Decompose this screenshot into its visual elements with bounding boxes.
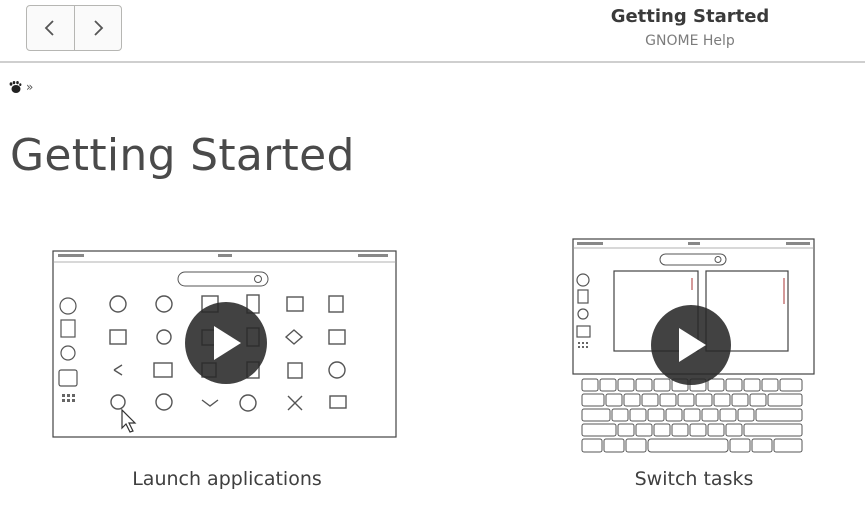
back-button[interactable] xyxy=(27,6,74,50)
forward-button[interactable] xyxy=(73,6,122,50)
play-icon xyxy=(214,326,241,360)
page-title: Getting Started xyxy=(10,130,355,181)
launch-applications-label[interactable]: Launch applications xyxy=(120,468,334,490)
header-bar: Getting Started GNOME Help xyxy=(0,0,865,63)
breadcrumb: » xyxy=(8,77,33,97)
play-button[interactable] xyxy=(185,302,267,384)
play-button[interactable] xyxy=(651,305,731,385)
gnome-foot-icon[interactable] xyxy=(8,80,22,94)
chevron-left-icon xyxy=(44,20,54,36)
navigation-buttons xyxy=(26,5,122,51)
play-icon xyxy=(679,328,706,362)
launch-applications-video[interactable] xyxy=(52,250,397,438)
window-subtitle: GNOME Help xyxy=(645,33,735,49)
window-title: Getting Started xyxy=(610,6,770,27)
switch-tasks-video[interactable] xyxy=(572,238,816,458)
switch-tasks-label[interactable]: Switch tasks xyxy=(594,468,794,490)
breadcrumb-separator: » xyxy=(26,80,34,94)
chevron-right-icon xyxy=(94,20,104,36)
window-title-block: Getting Started GNOME Help xyxy=(560,6,820,52)
